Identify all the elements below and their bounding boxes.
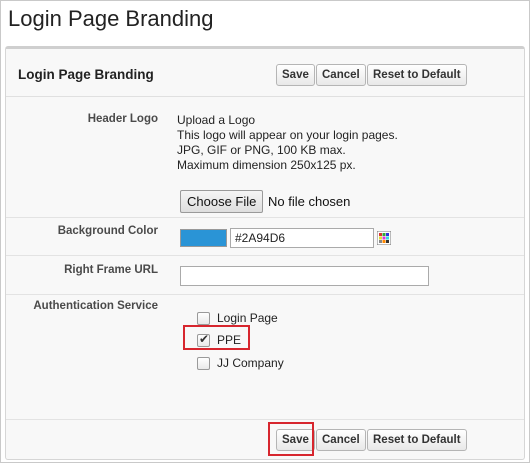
login-page-checkbox[interactable] [197, 311, 210, 325]
right-frame-url-input[interactable] [180, 266, 429, 286]
background-color-label: Background Color [57, 225, 158, 237]
save-button-top[interactable]: Save [276, 64, 315, 86]
logo-instruction-line: JPG, GIF or PNG, 100 KB max. [177, 143, 346, 157]
logo-instruction-line: This logo will appear on your login page… [177, 128, 398, 142]
file-status-text: No file chosen [268, 194, 351, 209]
authentication-service-label: Authentication Service [33, 300, 158, 312]
branding-panel: Login Page Branding Save Cancel Reset to… [5, 46, 525, 460]
row-divider [6, 217, 524, 218]
right-frame-url-label: Right Frame URL [64, 264, 158, 276]
jj-company-checkbox[interactable] [197, 356, 210, 370]
panel-title: Login Page Branding [18, 67, 154, 82]
jj-company-checkbox-label: JJ Company [217, 356, 284, 370]
background-color-input[interactable] [230, 228, 374, 248]
reset-to-default-button-bottom[interactable]: Reset to Default [367, 429, 467, 451]
login-page-checkbox-label: Login Page [217, 311, 278, 325]
color-palette-icon[interactable] [377, 231, 391, 245]
header-logo-label: Header Logo [87, 113, 158, 125]
panel-header: Login Page Branding Save Cancel Reset to… [6, 49, 524, 97]
save-highlight-box [268, 422, 314, 456]
logo-instruction-line: Maximum dimension 250x125 px. [177, 158, 356, 172]
cancel-button-top[interactable]: Cancel [316, 64, 366, 86]
auth-option-login-page[interactable]: Login Page [197, 311, 278, 325]
row-divider [6, 255, 524, 256]
page-title: Login Page Branding [8, 6, 214, 31]
choose-file-button[interactable]: Choose File [180, 190, 264, 213]
logo-instructions: Upload a Logo This logo will appear on y… [177, 113, 398, 173]
reset-to-default-button-top[interactable]: Reset to Default [367, 64, 467, 86]
row-divider [6, 419, 524, 420]
logo-instruction-line: Upload a Logo [177, 113, 256, 127]
row-divider [6, 294, 524, 295]
cancel-button-bottom[interactable]: Cancel [316, 429, 366, 451]
color-swatch[interactable] [180, 229, 227, 247]
auth-option-jj-company[interactable]: JJ Company [197, 356, 284, 370]
ppe-highlight-box [183, 325, 250, 350]
